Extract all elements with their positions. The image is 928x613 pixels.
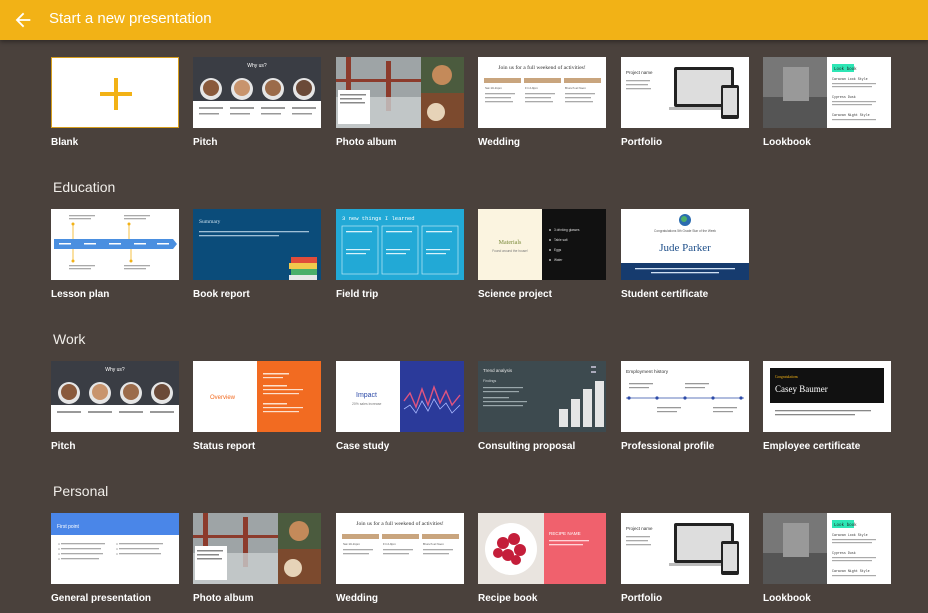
wedding-col-1: Sat 10-11pm (343, 542, 360, 546)
lookbook-line: Caravan Night Style (832, 569, 870, 573)
template-label: Portfolio (621, 137, 663, 148)
trend-findings: Findings (483, 379, 496, 383)
template-label: Student certificate (621, 289, 709, 300)
template-lookbook-personal[interactable]: Look book Caravan Look Style Cypress Dus… (763, 513, 891, 584)
lookbook-line: Caravan Look Style (832, 77, 868, 81)
template-lookbook[interactable]: Look book Caravan Look Style Cypress Dus… (763, 57, 891, 128)
section-title-work: Work (53, 331, 86, 347)
template-portfolio[interactable]: Project name (621, 57, 749, 128)
science-list-item: Table salt (554, 238, 568, 242)
template-label: Professional profile (621, 441, 715, 452)
wedding-col-1: Sat 10-11pm (485, 86, 502, 90)
template-photo-album[interactable] (336, 57, 464, 128)
wedding-col-2: Fri 2-9pm (525, 86, 538, 90)
template-label: General presentation (51, 593, 152, 604)
template-label: Science project (478, 289, 552, 300)
template-label: Field trip (336, 289, 379, 300)
template-recipe-book[interactable]: RECIPE NAME (478, 513, 606, 584)
materials-sub: Found around the house! (492, 249, 528, 253)
wedding-title: Join us for a full weekend of activities… (356, 520, 444, 527)
lookbook-tag: Look book (834, 67, 857, 72)
template-field-trip[interactable]: 3 new things I learned (336, 209, 464, 280)
template-label: Book report (193, 289, 250, 300)
materials-title: Materials (499, 240, 522, 246)
template-label: Portfolio (621, 593, 663, 604)
template-label: Status report (193, 441, 256, 452)
template-lesson-plan[interactable] (51, 209, 179, 280)
first-point: First point (57, 524, 80, 530)
section-title-education: Education (53, 179, 116, 195)
template-portfolio-personal[interactable]: Project name (621, 513, 749, 584)
trend-title: Trend analysis (483, 368, 513, 373)
template-label: Photo album (336, 137, 397, 148)
template-professional-profile[interactable]: Employment history (621, 361, 749, 432)
template-pitch[interactable]: Why us? (193, 57, 321, 128)
template-label: Lesson plan (51, 289, 110, 300)
arrow-left-icon[interactable] (12, 9, 34, 31)
template-student-certificate[interactable]: Congratulations 5th Grade Star of the We… (621, 209, 749, 280)
template-photo-album-personal[interactable] (193, 513, 321, 584)
certificate-head: Congratulations 5th Grade Star of the We… (654, 229, 716, 233)
wedding-col-3: Brunch at Noon (565, 86, 586, 90)
template-label: Pitch (193, 137, 218, 148)
template-book-report[interactable]: Summary (193, 209, 321, 280)
template-wedding-personal[interactable]: Join us for a full weekend of activities… (336, 513, 464, 584)
lookbook-line: Cypress Dusk (832, 95, 856, 99)
template-label: Consulting proposal (478, 441, 576, 452)
field-trip-title: 3 new things I learned (342, 215, 415, 222)
template-consulting-proposal[interactable]: Trend analysis Findings (478, 361, 606, 432)
lookbook-line: Cypress Dusk (832, 551, 856, 555)
summary-title: Summary (199, 219, 221, 225)
recipe-title: RECIPE NAME (549, 531, 581, 536)
template-label: Case study (336, 441, 390, 452)
wedding-title: Join us for a full weekend of activities… (498, 64, 586, 71)
template-employee-certificate[interactable]: Congratulations Casey Baumer (763, 361, 891, 432)
science-list-item: 3 drinking glasses (554, 228, 580, 232)
template-label: Employee certificate (763, 441, 861, 452)
overview-title: Overview (210, 395, 236, 401)
employee-cert-name: Casey Baumer (775, 384, 828, 394)
impact-sub: 20% sales increase (352, 402, 382, 406)
template-label: Wedding (478, 137, 521, 148)
template-pitch-work[interactable]: Why us? (51, 361, 179, 432)
template-label: Lookbook (763, 593, 811, 604)
lookbook-line: Caravan Look Style (832, 533, 868, 537)
lookbook-line: Caravan Night Style (832, 113, 870, 117)
template-label: Photo album (193, 593, 254, 604)
template-status-report[interactable]: Overview (193, 361, 321, 432)
science-list-item: Eggs (554, 248, 562, 252)
employee-cert-top: Congratulations (775, 375, 799, 379)
wedding-col-3: Brunch at Noon (423, 542, 444, 546)
template-label: Blank (51, 137, 79, 148)
impact-title: Impact (356, 392, 377, 399)
template-blank[interactable] (51, 57, 179, 128)
science-list-item: Water (554, 258, 563, 262)
page-title: Start a new presentation (49, 10, 212, 27)
certificate-name: Jude Parker (659, 242, 711, 254)
portfolio-title: Project name (626, 70, 653, 75)
portfolio-title: Project name (626, 526, 653, 531)
employment-title: Employment history (626, 369, 669, 375)
template-general-presentation[interactable]: First point (51, 513, 179, 584)
pitch-title: Why us? (105, 367, 125, 373)
template-label: Lookbook (763, 137, 811, 148)
template-science-project[interactable]: Materials Found around the house! 3 drin… (478, 209, 606, 280)
template-case-study[interactable]: Impact 20% sales increase (336, 361, 464, 432)
template-label: Wedding (336, 593, 379, 604)
lookbook-tag: Look book (834, 523, 857, 528)
template-label: Pitch (51, 441, 76, 452)
template-wedding[interactable]: Join us for a full weekend of activities… (478, 57, 606, 128)
pitch-title: Why us? (247, 63, 267, 69)
section-title-personal: Personal (53, 483, 109, 499)
app-header: Start a new presentation (0, 0, 928, 40)
template-label: Recipe book (478, 593, 538, 604)
wedding-col-2: Fri 2-9pm (383, 542, 396, 546)
